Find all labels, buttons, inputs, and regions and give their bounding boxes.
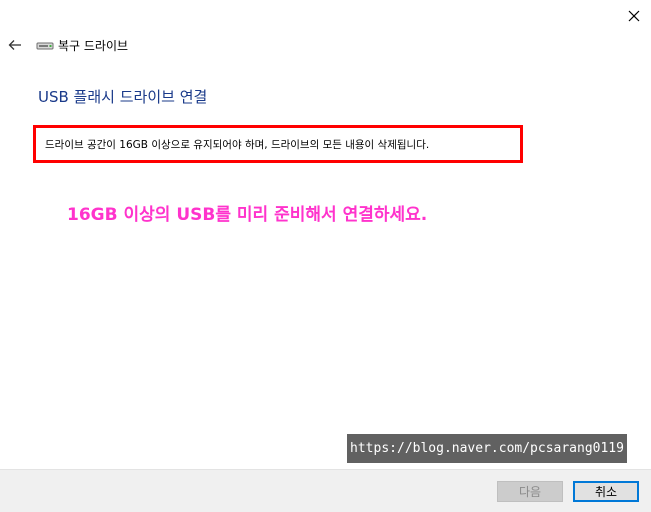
next-button[interactable]: 다음 <box>497 481 563 502</box>
annotation-text: 16GB 이상의 USB를 미리 준비해서 연결하세요. <box>67 205 428 225</box>
warning-text: 드라이브 공간이 16GB 이상으로 유지되어야 하며, 드라이브의 모든 내용… <box>45 138 430 151</box>
back-button[interactable] <box>4 34 26 56</box>
dialog-footer: 다음 취소 <box>0 469 651 512</box>
recovery-drive-window: 복구 드라이브 USB 플래시 드라이브 연결 드라이브 공간이 16GB 이상… <box>0 0 651 512</box>
cancel-button[interactable]: 취소 <box>573 481 639 502</box>
window-title: 복구 드라이브 <box>58 38 129 53</box>
warning-highlight-box: 드라이브 공간이 16GB 이상으로 유지되어야 하며, 드라이브의 모든 내용… <box>33 125 523 163</box>
close-icon <box>628 10 640 22</box>
back-arrow-icon <box>8 40 21 50</box>
close-button[interactable] <box>618 2 650 30</box>
window-title-bar: 복구 드라이브 <box>36 36 128 54</box>
blog-watermark: https://blog.naver.com/pcsarang0119 <box>347 434 627 463</box>
page-heading: USB 플래시 드라이브 연결 <box>38 88 208 106</box>
drive-icon <box>36 42 54 50</box>
